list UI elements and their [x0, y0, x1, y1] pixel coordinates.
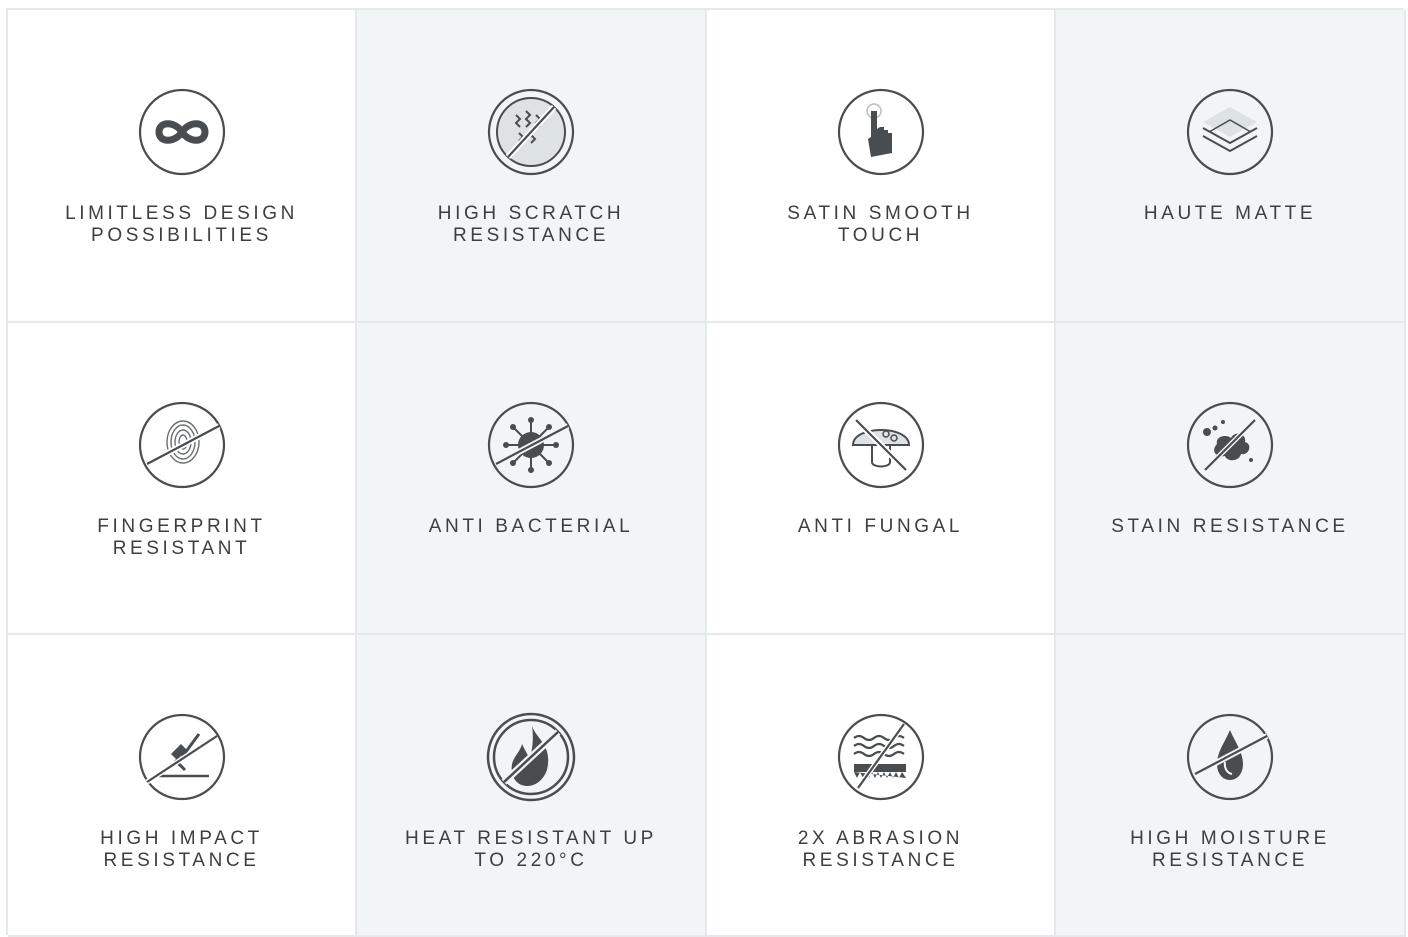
feature-label: ANTI BACTERIAL	[428, 516, 634, 537]
feature-label: STAIN RESISTANCE	[1111, 516, 1349, 537]
flame-icon	[486, 712, 576, 802]
feature-label: HIGH SCRATCH RESISTANCE	[437, 203, 625, 246]
feature-cell-satin-smooth: SATIN SMOOTH TOUCH	[707, 10, 1056, 323]
feature-cell-limitless-design: LIMITLESS DESIGN POSSIBILITIES	[8, 10, 357, 323]
feature-label: HIGH MOISTURE RESISTANCE	[1130, 828, 1330, 871]
feature-label: HIGH IMPACT RESISTANCE	[100, 828, 263, 871]
feature-cell-high-moisture: HIGH MOISTURE RESISTANCE	[1056, 635, 1406, 937]
feature-cell-anti-fungal: ANTI FUNGAL	[707, 323, 1056, 635]
feature-cell-haute-matte: HAUTE MATTE	[1056, 10, 1406, 323]
fingerprint-icon	[137, 400, 227, 490]
abrasion-icon	[836, 712, 926, 802]
feature-label: SATIN SMOOTH TOUCH	[787, 203, 974, 246]
hammer-icon	[137, 712, 227, 802]
features-grid: LIMITLESS DESIGN POSSIBILITIES HIGH SCRA…	[6, 8, 1406, 937]
feature-cell-fingerprint: FINGERPRINT RESISTANT	[8, 323, 357, 635]
infinity-icon	[137, 87, 227, 177]
touch-finger-icon	[836, 87, 926, 177]
bacteria-icon	[486, 400, 576, 490]
feature-label: LIMITLESS DESIGN POSSIBILITIES	[65, 203, 298, 246]
stain-icon	[1185, 400, 1275, 490]
feature-label: ANTI FUNGAL	[797, 516, 964, 537]
feature-cell-high-scratch: HIGH SCRATCH RESISTANCE	[357, 10, 707, 323]
layers-icon	[1185, 87, 1275, 177]
feature-label: HAUTE MATTE	[1143, 203, 1317, 224]
feature-label: HEAT RESISTANT UP TO 220°C	[405, 828, 657, 871]
feature-label: FINGERPRINT RESISTANT	[97, 516, 266, 559]
mushroom-icon	[836, 400, 926, 490]
feature-cell-high-impact: HIGH IMPACT RESISTANCE	[8, 635, 357, 937]
feature-label: 2X ABRASION RESISTANCE	[797, 828, 964, 871]
scratch-resistance-icon	[486, 87, 576, 177]
feature-cell-stain-resistance: STAIN RESISTANCE	[1056, 323, 1406, 635]
feature-cell-abrasion: 2X ABRASION RESISTANCE	[707, 635, 1056, 937]
feature-cell-heat-resistant: HEAT RESISTANT UP TO 220°C	[357, 635, 707, 937]
feature-cell-anti-bacterial: ANTI BACTERIAL	[357, 323, 707, 635]
water-drop-icon	[1185, 712, 1275, 802]
